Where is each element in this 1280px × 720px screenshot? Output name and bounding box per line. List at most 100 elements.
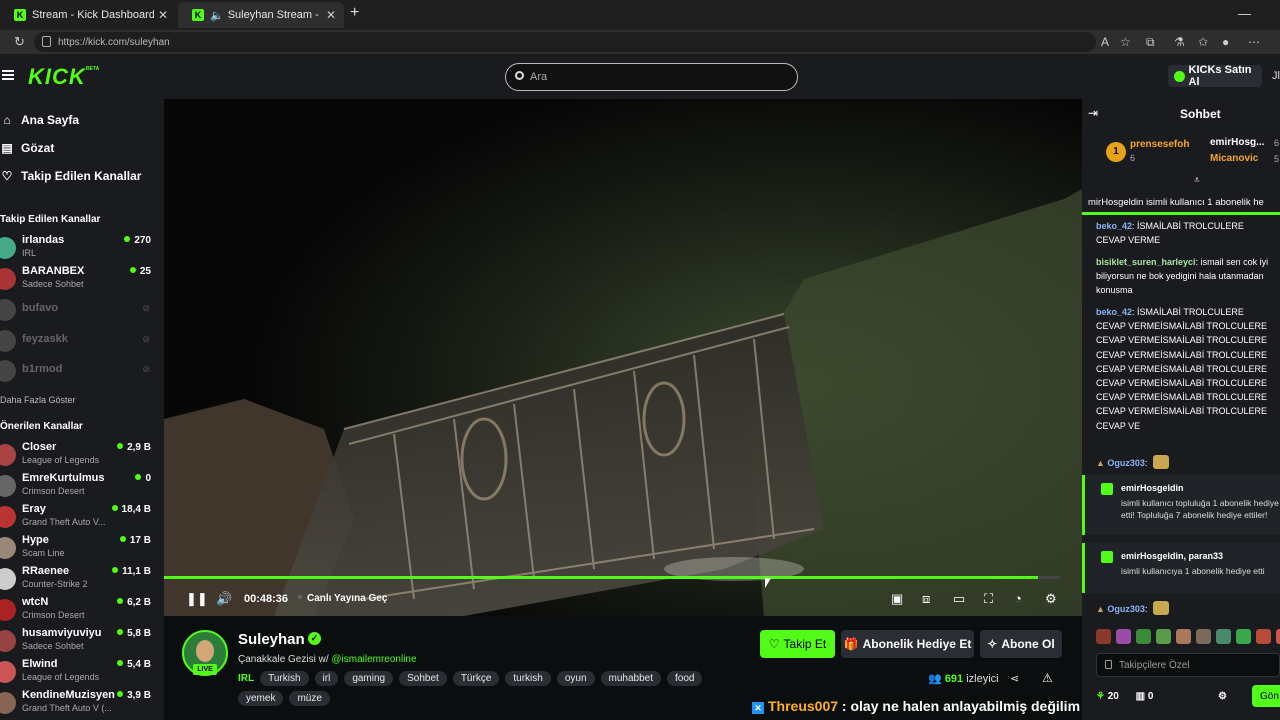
playback-speed-icon[interactable]: ◔ xyxy=(1014,591,1022,606)
gifter-name[interactable]: emirHosg... xyxy=(1210,137,1264,148)
theater-mode-icon[interactable]: ▭ xyxy=(953,591,965,607)
gift-icon[interactable]: ▥ xyxy=(1136,691,1145,702)
user-avatar[interactable]: Jl xyxy=(1272,70,1280,82)
expand-pinned-icon[interactable]: ⩡ xyxy=(1194,175,1200,186)
kick-logo[interactable]: KICK xyxy=(28,64,86,90)
volume-icon[interactable]: 🔊 xyxy=(216,591,232,607)
tag-chip[interactable]: yemek xyxy=(238,691,284,706)
tag-chip[interactable]: turkish xyxy=(505,671,551,686)
tag-chip[interactable]: muhabbet xyxy=(600,671,662,686)
recommended-channel[interactable]: Closer League of Legends 2,9 B xyxy=(0,440,164,468)
chat-username[interactable]: beko_42 xyxy=(1096,221,1132,231)
profile-icon[interactable]: ● xyxy=(1222,35,1229,49)
followed-channel-offline[interactable]: bufavo ⊘ xyxy=(0,295,164,323)
tag-chip[interactable]: Türkçe xyxy=(452,671,500,686)
sub-event-user[interactable]: emirHosgeldin xyxy=(1121,483,1184,493)
category-link[interactable]: IRL xyxy=(238,673,254,684)
extension-icon[interactable]: ⧉ xyxy=(1146,35,1155,50)
tag-chip[interactable]: oyun xyxy=(556,671,595,686)
recommended-channel[interactable]: husamviyuviyu Sadece Sohbet 5,8 B xyxy=(0,626,164,654)
pause-icon[interactable]: ❚❚ xyxy=(186,591,208,607)
sidebar-item-browse[interactable]: ▤ Gözat xyxy=(0,138,54,158)
chat-username[interactable]: Oguz303 xyxy=(1107,458,1145,468)
menu-icon[interactable] xyxy=(2,70,14,80)
recommended-channel[interactable]: KendineMuzisyen Grand Theft Auto V (... … xyxy=(0,688,164,716)
share-icon[interactable]: ⋖ xyxy=(1010,672,1019,685)
browser-tab-stream[interactable]: K 🔈 Suleyhan Stream - Watch Live ✕ xyxy=(178,2,344,28)
emote-icon[interactable] xyxy=(1276,629,1280,644)
chat-message[interactable]: beko_42: İSMAİLABİ TROLCULERE CEVAP VERM… xyxy=(1096,305,1276,433)
chat-username[interactable]: beko_42 xyxy=(1096,307,1132,317)
subscribe-button[interactable]: ✧ Abone Ol xyxy=(980,630,1062,658)
recommended-channel[interactable]: EmreKurtulmus Crimson Desert 0 xyxy=(0,471,164,499)
reload-icon[interactable]: ↻ xyxy=(14,34,25,50)
tag-chip[interactable]: Turkish xyxy=(260,671,309,686)
recommended-channel[interactable]: Elwind League of Legends 5,4 B xyxy=(0,657,164,685)
tag-chip[interactable]: Sohbet xyxy=(399,671,447,686)
followed-channel[interactable]: BARANBEX Sadece Sohbet 25 xyxy=(0,264,164,292)
tag-chip[interactable]: food xyxy=(667,671,703,686)
report-warning-icon[interactable]: ⚠ xyxy=(1042,671,1053,685)
chat-username[interactable]: Oguz303 xyxy=(1107,604,1145,614)
chat-message[interactable]: ▲ Oguz303: xyxy=(1096,455,1276,470)
settings-gear-icon[interactable]: ⚙ xyxy=(1045,591,1057,607)
sidebar-item-following[interactable]: ♡ Takip Edilen Kanallar xyxy=(0,166,142,186)
emote-icon[interactable] xyxy=(1216,629,1231,644)
close-tab-icon[interactable]: ✕ xyxy=(154,8,172,22)
miniplayer-icon[interactable]: ▣ xyxy=(891,591,903,607)
emote-icon[interactable] xyxy=(1196,629,1211,644)
recommended-channel[interactable]: RRaenee Counter-Strike 2 11,1 B xyxy=(0,564,164,592)
clip-icon[interactable]: ⧈ xyxy=(922,591,930,607)
fullscreen-icon[interactable]: ⛶ xyxy=(984,591,993,607)
chat-message[interactable]: ▲ Oguz303: xyxy=(1096,601,1276,616)
close-tab-icon[interactable]: ✕ xyxy=(322,8,340,22)
url-field[interactable]: https://kick.com/suleyhan xyxy=(34,32,1096,52)
video-player[interactable]: ❚❚ 🔊 00:48:36 Canlı Yayına Geç ▣ ⧈ ▭ ⛶ ◔… xyxy=(164,99,1082,616)
more-menu-icon[interactable]: ⋯ xyxy=(1248,35,1260,49)
settings-gear-icon[interactable]: ⚙ xyxy=(1218,691,1227,702)
read-aloud-icon[interactable]: A xyxy=(1101,35,1109,49)
gifter-name[interactable]: prensesefoh xyxy=(1130,139,1189,150)
followed-channel[interactable]: irlandas IRL 270 xyxy=(0,233,164,261)
follow-button[interactable]: ♡ Takip Et xyxy=(760,630,835,658)
chat-username[interactable]: bisiklet_suren_harleyci xyxy=(1096,257,1196,267)
stream-title-mention[interactable]: @ismailemreonline xyxy=(331,654,416,665)
points-icon[interactable]: ⚘ xyxy=(1096,691,1105,702)
emote-icon[interactable] xyxy=(1156,629,1171,644)
tag-chip[interactable]: müze xyxy=(289,691,330,706)
progress-bar[interactable] xyxy=(164,576,1039,579)
chat-input[interactable]: Takipçilere Özel xyxy=(1096,653,1280,677)
emote-icon[interactable] xyxy=(1176,629,1191,644)
chat-message[interactable]: beko_42: İSMAİLABİ TROLCULERE CEVAP VERM… xyxy=(1096,219,1276,247)
gift-sub-button[interactable]: 🎁 Abonelik Hediye Et xyxy=(841,630,974,658)
collapse-chat-icon[interactable]: ⇥ xyxy=(1088,106,1098,120)
chat-message[interactable]: bisiklet_suren_harleyci: ismail sen cok … xyxy=(1096,255,1276,298)
buy-kicks-button[interactable]: KICKs Satın Al xyxy=(1168,64,1262,88)
gifter-name[interactable]: Micanovic xyxy=(1210,153,1258,164)
recommended-channel[interactable]: Eray Grand Theft Auto V... 18,4 B xyxy=(0,502,164,530)
emote-icon[interactable] xyxy=(1116,629,1131,644)
followed-channel-offline[interactable]: feyzaskk ⊘ xyxy=(0,326,164,354)
sub-event-user[interactable]: emirHosgeldin, paran33 xyxy=(1121,551,1223,561)
search-input[interactable]: Ara xyxy=(505,63,798,91)
send-button[interactable]: Gön xyxy=(1252,685,1280,707)
followed-channel-offline[interactable]: b1rmod ⊘ xyxy=(0,356,164,384)
favorites-icon[interactable]: ✩ xyxy=(1198,35,1208,49)
emote-icon[interactable] xyxy=(1256,629,1271,644)
new-tab-icon[interactable]: + xyxy=(350,4,359,22)
sidebar-item-home[interactable]: ⌂ Ana Sayfa xyxy=(0,110,79,130)
extension-icon[interactable]: ⚗ xyxy=(1174,35,1185,49)
tag-chip[interactable]: gaming xyxy=(344,671,394,686)
go-live-button[interactable]: Canlı Yayına Geç xyxy=(298,593,387,604)
recommended-channel[interactable]: wtcN Crimson Desert 6,2 B xyxy=(0,595,164,623)
recommended-channel[interactable]: Hype Scam Line 17 B xyxy=(0,533,164,561)
emote-icon[interactable] xyxy=(1236,629,1251,644)
browser-tab-dashboard[interactable]: K Stream - Kick Dashboard ✕ xyxy=(0,2,176,28)
streamer-name[interactable]: Suleyhan xyxy=(238,631,305,648)
tag-chip[interactable]: irl xyxy=(314,671,339,686)
minimize-icon[interactable]: — xyxy=(1238,6,1251,21)
speaker-icon[interactable]: 🔈 xyxy=(210,9,224,22)
show-more-link[interactable]: Daha Fazla Göster xyxy=(0,395,76,405)
favorite-star-icon[interactable]: ☆ xyxy=(1120,35,1131,49)
emote-icon[interactable] xyxy=(1096,629,1111,644)
